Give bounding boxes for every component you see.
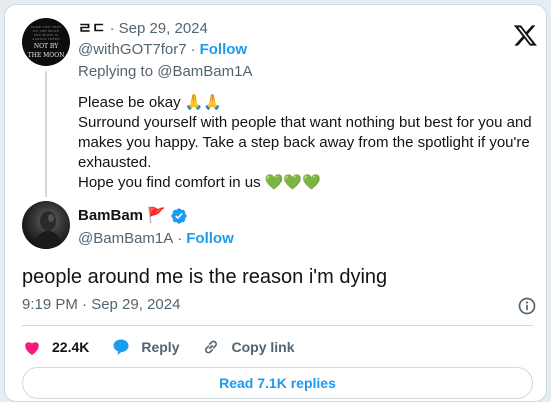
main-avatar[interactable] [22,201,70,249]
parent-name-row: ㄹㄷ · Sep 29, 2024 [78,19,208,39]
parent-separator: · [109,20,115,37]
parent-line-3: Hope you find comfort in us 💚💚💚 [78,174,321,191]
parent-line-2: Surround yourself with people that want … [78,114,536,171]
main-tweet-timestamp[interactable]: 9:19 PM · Sep 29, 2024 [22,295,180,315]
tweet-embed-card[interactable]: SOME TINY TEXT ON THE MOON THE MOON IS A… [4,4,547,402]
tweet-divider [22,325,533,326]
like-button[interactable]: 22.4K [22,337,89,357]
avatar-tiny-text-4: ALWAYS THERE [32,37,60,41]
main-handle[interactable]: @BamBam1A [78,229,173,249]
main-tweet-text: people around me is the reason i'm dying [22,266,388,288]
main-handle-row: @BamBam1A · Follow [78,229,234,249]
x-logo-icon[interactable] [513,23,538,48]
parent-line-1: Please be okay 🙏🙏 [78,94,223,111]
copy-link-label: Copy link [231,339,295,355]
heart-icon [25,342,39,355]
avatar-silhouette-icon [34,211,62,249]
parent-handle[interactable]: @withGOT7for7 [78,40,187,60]
link-icon [205,340,218,354]
main-follow-link[interactable]: Follow [186,229,234,249]
red-flag-emoji: 🚩 [147,207,166,224]
parent-date[interactable]: Sep 29, 2024 [119,19,208,39]
replying-to-text[interactable]: Replying to @BamBam1A [78,62,252,82]
main-name-row: BamBam 🚩 [78,206,188,226]
copy-link-button[interactable]: Copy link [201,337,295,357]
read-replies-label: Read 7.1K replies [219,375,336,391]
verified-badge-icon[interactable] [170,207,188,225]
thread-connector-line [45,71,47,197]
action-bar: 22.4K Reply Copy link [22,335,317,359]
reply-button[interactable]: Reply [111,337,179,357]
parent-avatar[interactable]: SOME TINY TEXT ON THE MOON THE MOON IS A… [22,18,70,66]
avatar-big-text-2: THE MOON [27,52,65,59]
reply-label: Reply [141,339,180,355]
parent-display-name[interactable]: ㄹㄷ [78,19,106,39]
parent-handle-separator: · [190,41,196,58]
avatar-big-text-1: NOT BY [33,43,59,50]
main-handle-separator: · [177,230,183,247]
reply-bubble-icon [113,339,129,355]
parent-handle-row: @withGOT7for7 · Follow [78,40,247,60]
read-replies-button[interactable]: Read 7.1K replies [22,367,533,399]
main-display-name[interactable]: BamBam [78,206,143,226]
parent-tweet-text: Please be okay 🙏🙏 Surround yourself with… [78,93,543,193]
parent-follow-link[interactable]: Follow [200,40,248,60]
info-icon[interactable] [517,296,537,316]
like-count: 22.4K [52,339,90,355]
